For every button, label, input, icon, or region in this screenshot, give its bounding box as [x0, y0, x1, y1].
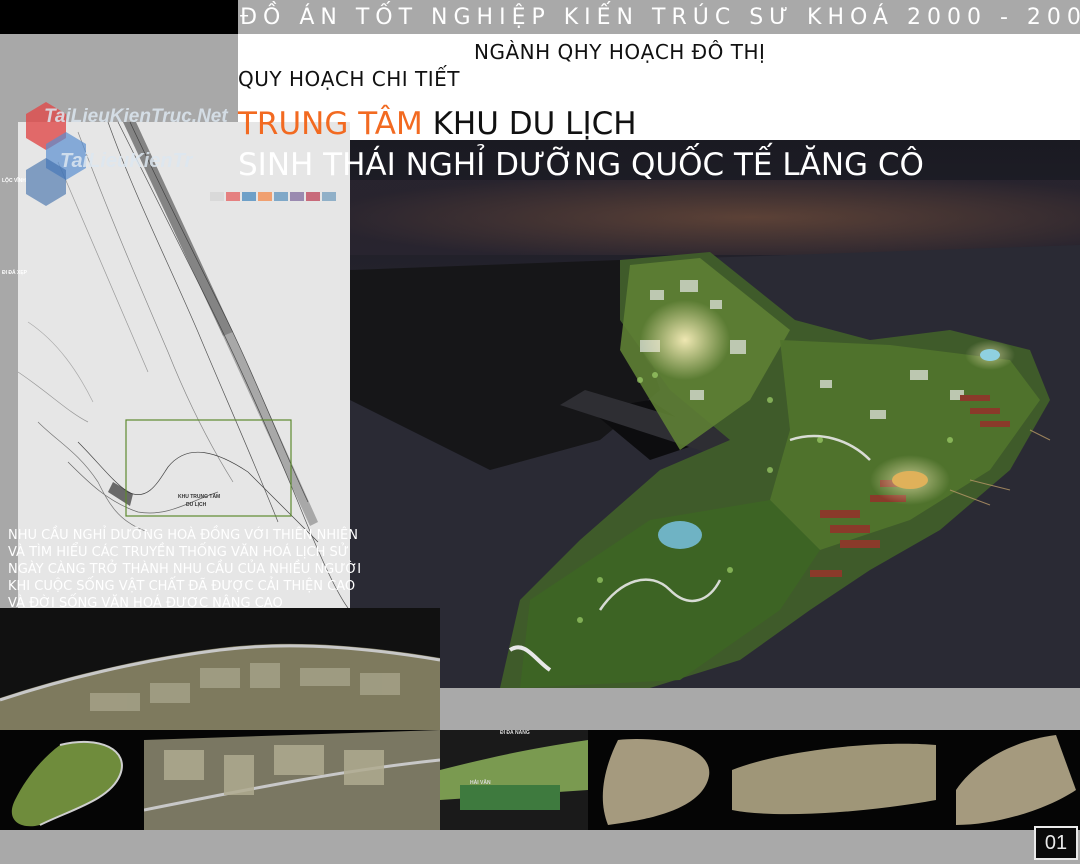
plan-thumbnail	[732, 730, 936, 830]
map-label-da-xep: ĐI ĐÁ XẸP	[2, 270, 28, 276]
plan-thumbnail	[0, 730, 144, 830]
title-line1-rest: KHU DU LỊCH	[422, 106, 637, 142]
description-line: VÀ TÌM HIỂU CÁC TRUYỀN THỐNG VĂN HOÁ LỊC…	[8, 545, 349, 560]
watermark-text: TaiLieuKienTruc.Net	[44, 106, 228, 127]
resort-masterplan-render	[350, 140, 1080, 688]
header-left-block	[0, 0, 238, 34]
plan-thumbnail: ĐI ĐÀ NẴNG HẢI VÂN	[440, 730, 588, 830]
map-label-tourism: DU LỊCH	[186, 502, 207, 508]
major-title: NGÀNH QHY HOẠCH ĐÔ THỊ	[474, 40, 766, 64]
swatch	[306, 192, 320, 201]
project-description: NHU CẦU NGHỈ DƯỠNG HOÀ ĐỒNG VỚI THIÊN NH…	[8, 527, 362, 612]
site-plan-overview	[0, 608, 440, 732]
map-label-loc-vinh: LỘC VĨNH	[2, 178, 26, 184]
plan-thumbnail	[588, 730, 732, 830]
description-line: NHU CẦU NGHỈ DƯỠNG HOÀ ĐỒNG VỚI THIÊN NH…	[8, 528, 358, 543]
swatch	[242, 192, 256, 201]
title-highlight: TRUNG TÂM	[238, 106, 423, 142]
swatch	[290, 192, 304, 201]
swatch	[274, 192, 288, 201]
page-number: 01	[1034, 826, 1078, 860]
project-title-line1: TRUNG TÂM KHU DU LỊCH	[238, 106, 637, 142]
map-label-hai-van: HẢI VÂN	[470, 780, 491, 786]
swatch	[210, 192, 224, 201]
plan-subtitle: QUY HOẠCH CHI TIẾT	[238, 67, 461, 91]
night-aerial-render	[350, 140, 1080, 688]
watermark-text-2: TaiLieuKienTr	[60, 150, 193, 172]
project-title-line2: SINH THÁI NGHỈ DƯỠNG QUỐC TẾ LĂNG CÔ	[238, 147, 924, 183]
map-label-center: KHU TRUNG TÂM	[178, 494, 221, 500]
description-line: KHI CUỘC SỐNG VẬT CHẤT ĐÃ ĐƯỢC CẢI THIỆN…	[8, 579, 356, 594]
header-title: ĐỒ ÁN TỐT NGHIỆP KIẾN TRÚC SƯ KHOÁ 2000 …	[240, 5, 1080, 30]
swatch	[322, 192, 336, 201]
swatch	[258, 192, 272, 201]
plan-thumbnail	[144, 730, 440, 830]
swatch	[226, 192, 240, 201]
plan-thumbnail	[936, 730, 1080, 830]
map-label-da-nang: ĐI ĐÀ NẴNG	[500, 730, 530, 736]
description-line: NGÀY CÀNG TRỞ THÀNH NHU CẦU CỦA NHIỀU NG…	[8, 562, 362, 577]
